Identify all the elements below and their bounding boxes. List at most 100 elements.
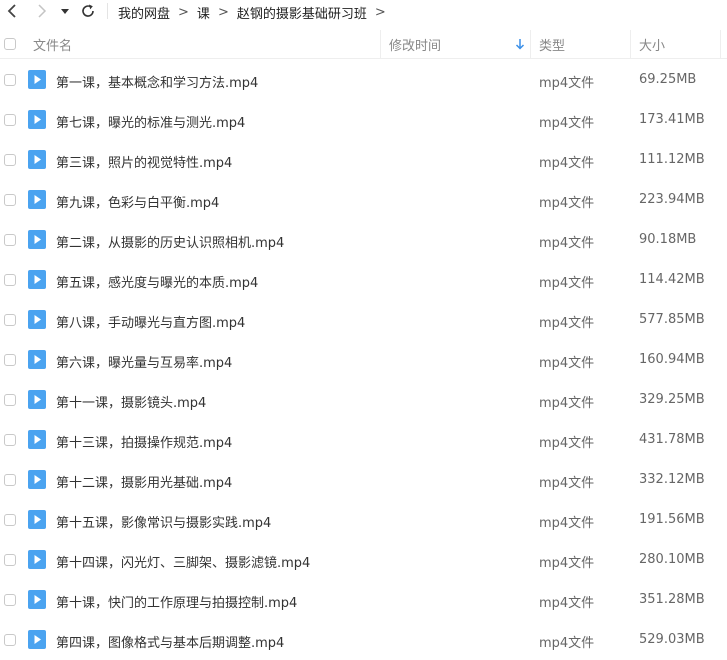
breadcrumb-separator: > xyxy=(217,5,229,20)
breadcrumb-item-course[interactable]: 课 xyxy=(197,3,210,22)
breadcrumb-item-current-folder[interactable]: 赵钢的摄影基础研习班 xyxy=(237,3,367,22)
file-row[interactable]: 第十四课，闪光灯、三脚架、摄影滤镜.mp4 mp4文件 280.10MB xyxy=(0,540,727,580)
file-row[interactable]: 第七课，曝光的标准与测光.mp4 mp4文件 173.41MB xyxy=(0,100,727,140)
row-checkbox[interactable] xyxy=(4,354,16,366)
file-name[interactable]: 第七课，曝光的标准与测光.mp4 xyxy=(56,112,245,131)
video-file-icon xyxy=(28,470,46,489)
chevron-right-icon[interactable] xyxy=(32,2,50,20)
file-type: mp4文件 xyxy=(539,196,595,211)
file-name[interactable]: 第十三课，拍摄操作规范.mp4 xyxy=(56,432,232,451)
file-type: mp4文件 xyxy=(539,396,595,411)
file-name[interactable]: 第十二课，摄影用光基础.mp4 xyxy=(56,472,232,491)
file-type: mp4文件 xyxy=(539,636,595,651)
file-name[interactable]: 第九课，色彩与白平衡.mp4 xyxy=(56,192,219,211)
caret-down-icon[interactable] xyxy=(58,4,72,18)
file-type: mp4文件 xyxy=(539,276,595,291)
video-file-icon xyxy=(28,70,46,89)
row-checkbox[interactable] xyxy=(4,74,16,86)
row-checkbox[interactable] xyxy=(4,634,16,646)
file-size: 332.12MB xyxy=(639,472,705,487)
file-row[interactable]: 第一课，基本概念和学习方法.mp4 mp4文件 69.25MB xyxy=(0,60,727,100)
file-type: mp4文件 xyxy=(539,116,595,131)
file-row[interactable]: 第三课，照片的视觉特性.mp4 mp4文件 111.12MB xyxy=(0,140,727,180)
row-checkbox[interactable] xyxy=(4,314,16,326)
file-row[interactable]: 第十五课，影像常识与摄影实践.mp4 mp4文件 191.56MB xyxy=(0,500,727,540)
column-header-name[interactable]: 文件名 xyxy=(33,30,72,58)
file-size: 529.03MB xyxy=(639,632,705,647)
file-size: 173.41MB xyxy=(639,112,705,127)
file-name[interactable]: 第一课，基本概念和学习方法.mp4 xyxy=(56,72,258,91)
file-name[interactable]: 第五课，感光度与曝光的本质.mp4 xyxy=(56,272,258,291)
file-row[interactable]: 第二课，从摄影的历史认识照相机.mp4 mp4文件 90.18MB xyxy=(0,220,727,260)
file-name[interactable]: 第十一课，摄影镜头.mp4 xyxy=(56,392,206,411)
file-name[interactable]: 第六课，曝光量与互易率.mp4 xyxy=(56,352,232,371)
select-all-checkbox[interactable] xyxy=(4,30,16,58)
arrow-down-icon[interactable] xyxy=(515,30,525,58)
breadcrumb: 我的网盘 > 课 > 赵钢的摄影基础研习班 > xyxy=(118,3,394,22)
video-file-icon xyxy=(28,430,46,449)
file-size: 280.10MB xyxy=(639,552,705,567)
video-file-icon xyxy=(28,590,46,609)
chevron-left-icon[interactable] xyxy=(4,2,22,20)
column-divider xyxy=(380,30,381,58)
file-size: 351.28MB xyxy=(639,592,705,607)
column-divider xyxy=(630,30,631,58)
file-type: mp4文件 xyxy=(539,516,595,531)
file-list-header: 文件名 修改时间 类型 大小 xyxy=(0,30,727,59)
refresh-icon[interactable] xyxy=(79,2,97,20)
file-name[interactable]: 第二课，从摄影的历史认识照相机.mp4 xyxy=(56,232,284,251)
row-checkbox[interactable] xyxy=(4,234,16,246)
file-list: 第一课，基本概念和学习方法.mp4 mp4文件 69.25MB 第七课，曝光的标准与测… xyxy=(0,60,727,660)
file-row[interactable]: 第八课，手动曝光与直方图.mp4 mp4文件 577.85MB xyxy=(0,300,727,340)
file-size: 69.25MB xyxy=(639,72,697,87)
file-type: mp4文件 xyxy=(539,316,595,331)
file-name[interactable]: 第十四课，闪光灯、三脚架、摄影滤镜.mp4 xyxy=(56,552,310,571)
row-checkbox[interactable] xyxy=(4,154,16,166)
file-name[interactable]: 第三课，照片的视觉特性.mp4 xyxy=(56,152,232,171)
file-name[interactable]: 第十五课，影像常识与摄影实践.mp4 xyxy=(56,512,271,531)
file-type: mp4文件 xyxy=(539,356,595,371)
file-size: 90.18MB xyxy=(639,232,697,247)
row-checkbox[interactable] xyxy=(4,194,16,206)
file-name[interactable]: 第八课，手动曝光与直方图.mp4 xyxy=(56,312,245,331)
file-type: mp4文件 xyxy=(539,596,595,611)
row-checkbox[interactable] xyxy=(4,434,16,446)
file-type: mp4文件 xyxy=(539,76,595,91)
row-checkbox[interactable] xyxy=(4,274,16,286)
file-type: mp4文件 xyxy=(539,436,595,451)
file-row[interactable]: 第十三课，拍摄操作规范.mp4 mp4文件 431.78MB xyxy=(0,420,727,460)
file-row[interactable]: 第九课，色彩与白平衡.mp4 mp4文件 223.94MB xyxy=(0,180,727,220)
row-checkbox[interactable] xyxy=(4,394,16,406)
file-type: mp4文件 xyxy=(539,556,595,571)
column-header-size[interactable]: 大小 xyxy=(639,30,665,58)
file-row[interactable]: 第五课，感光度与曝光的本质.mp4 mp4文件 114.42MB xyxy=(0,260,727,300)
column-divider xyxy=(720,30,721,58)
column-header-modified[interactable]: 修改时间 xyxy=(389,30,441,58)
row-checkbox[interactable] xyxy=(4,114,16,126)
file-type: mp4文件 xyxy=(539,236,595,251)
video-file-icon xyxy=(28,550,46,569)
file-row[interactable]: 第十二课，摄影用光基础.mp4 mp4文件 332.12MB xyxy=(0,460,727,500)
row-checkbox[interactable] xyxy=(4,474,16,486)
file-size: 431.78MB xyxy=(639,432,705,447)
video-file-icon xyxy=(28,630,46,649)
file-type: mp4文件 xyxy=(539,156,595,171)
file-name[interactable]: 第十课，快门的工作原理与拍摄控制.mp4 xyxy=(56,592,297,611)
column-header-type[interactable]: 类型 xyxy=(539,30,565,58)
video-file-icon xyxy=(28,310,46,329)
breadcrumb-item-my-drive[interactable]: 我的网盘 xyxy=(118,3,170,22)
row-checkbox[interactable] xyxy=(4,554,16,566)
file-row[interactable]: 第十一课，摄影镜头.mp4 mp4文件 329.25MB xyxy=(0,380,727,420)
column-divider xyxy=(530,30,531,58)
video-file-icon xyxy=(28,230,46,249)
row-checkbox[interactable] xyxy=(4,594,16,606)
file-size: 111.12MB xyxy=(639,152,705,167)
file-name[interactable]: 第四课，图像格式与基本后期调整.mp4 xyxy=(56,632,284,651)
row-checkbox[interactable] xyxy=(4,514,16,526)
file-size: 329.25MB xyxy=(639,392,705,407)
file-row[interactable]: 第六课，曝光量与互易率.mp4 mp4文件 160.94MB xyxy=(0,340,727,380)
video-file-icon xyxy=(28,270,46,289)
video-file-icon xyxy=(28,350,46,369)
file-row[interactable]: 第四课，图像格式与基本后期调整.mp4 mp4文件 529.03MB xyxy=(0,620,727,660)
file-row[interactable]: 第十课，快门的工作原理与拍摄控制.mp4 mp4文件 351.28MB xyxy=(0,580,727,620)
